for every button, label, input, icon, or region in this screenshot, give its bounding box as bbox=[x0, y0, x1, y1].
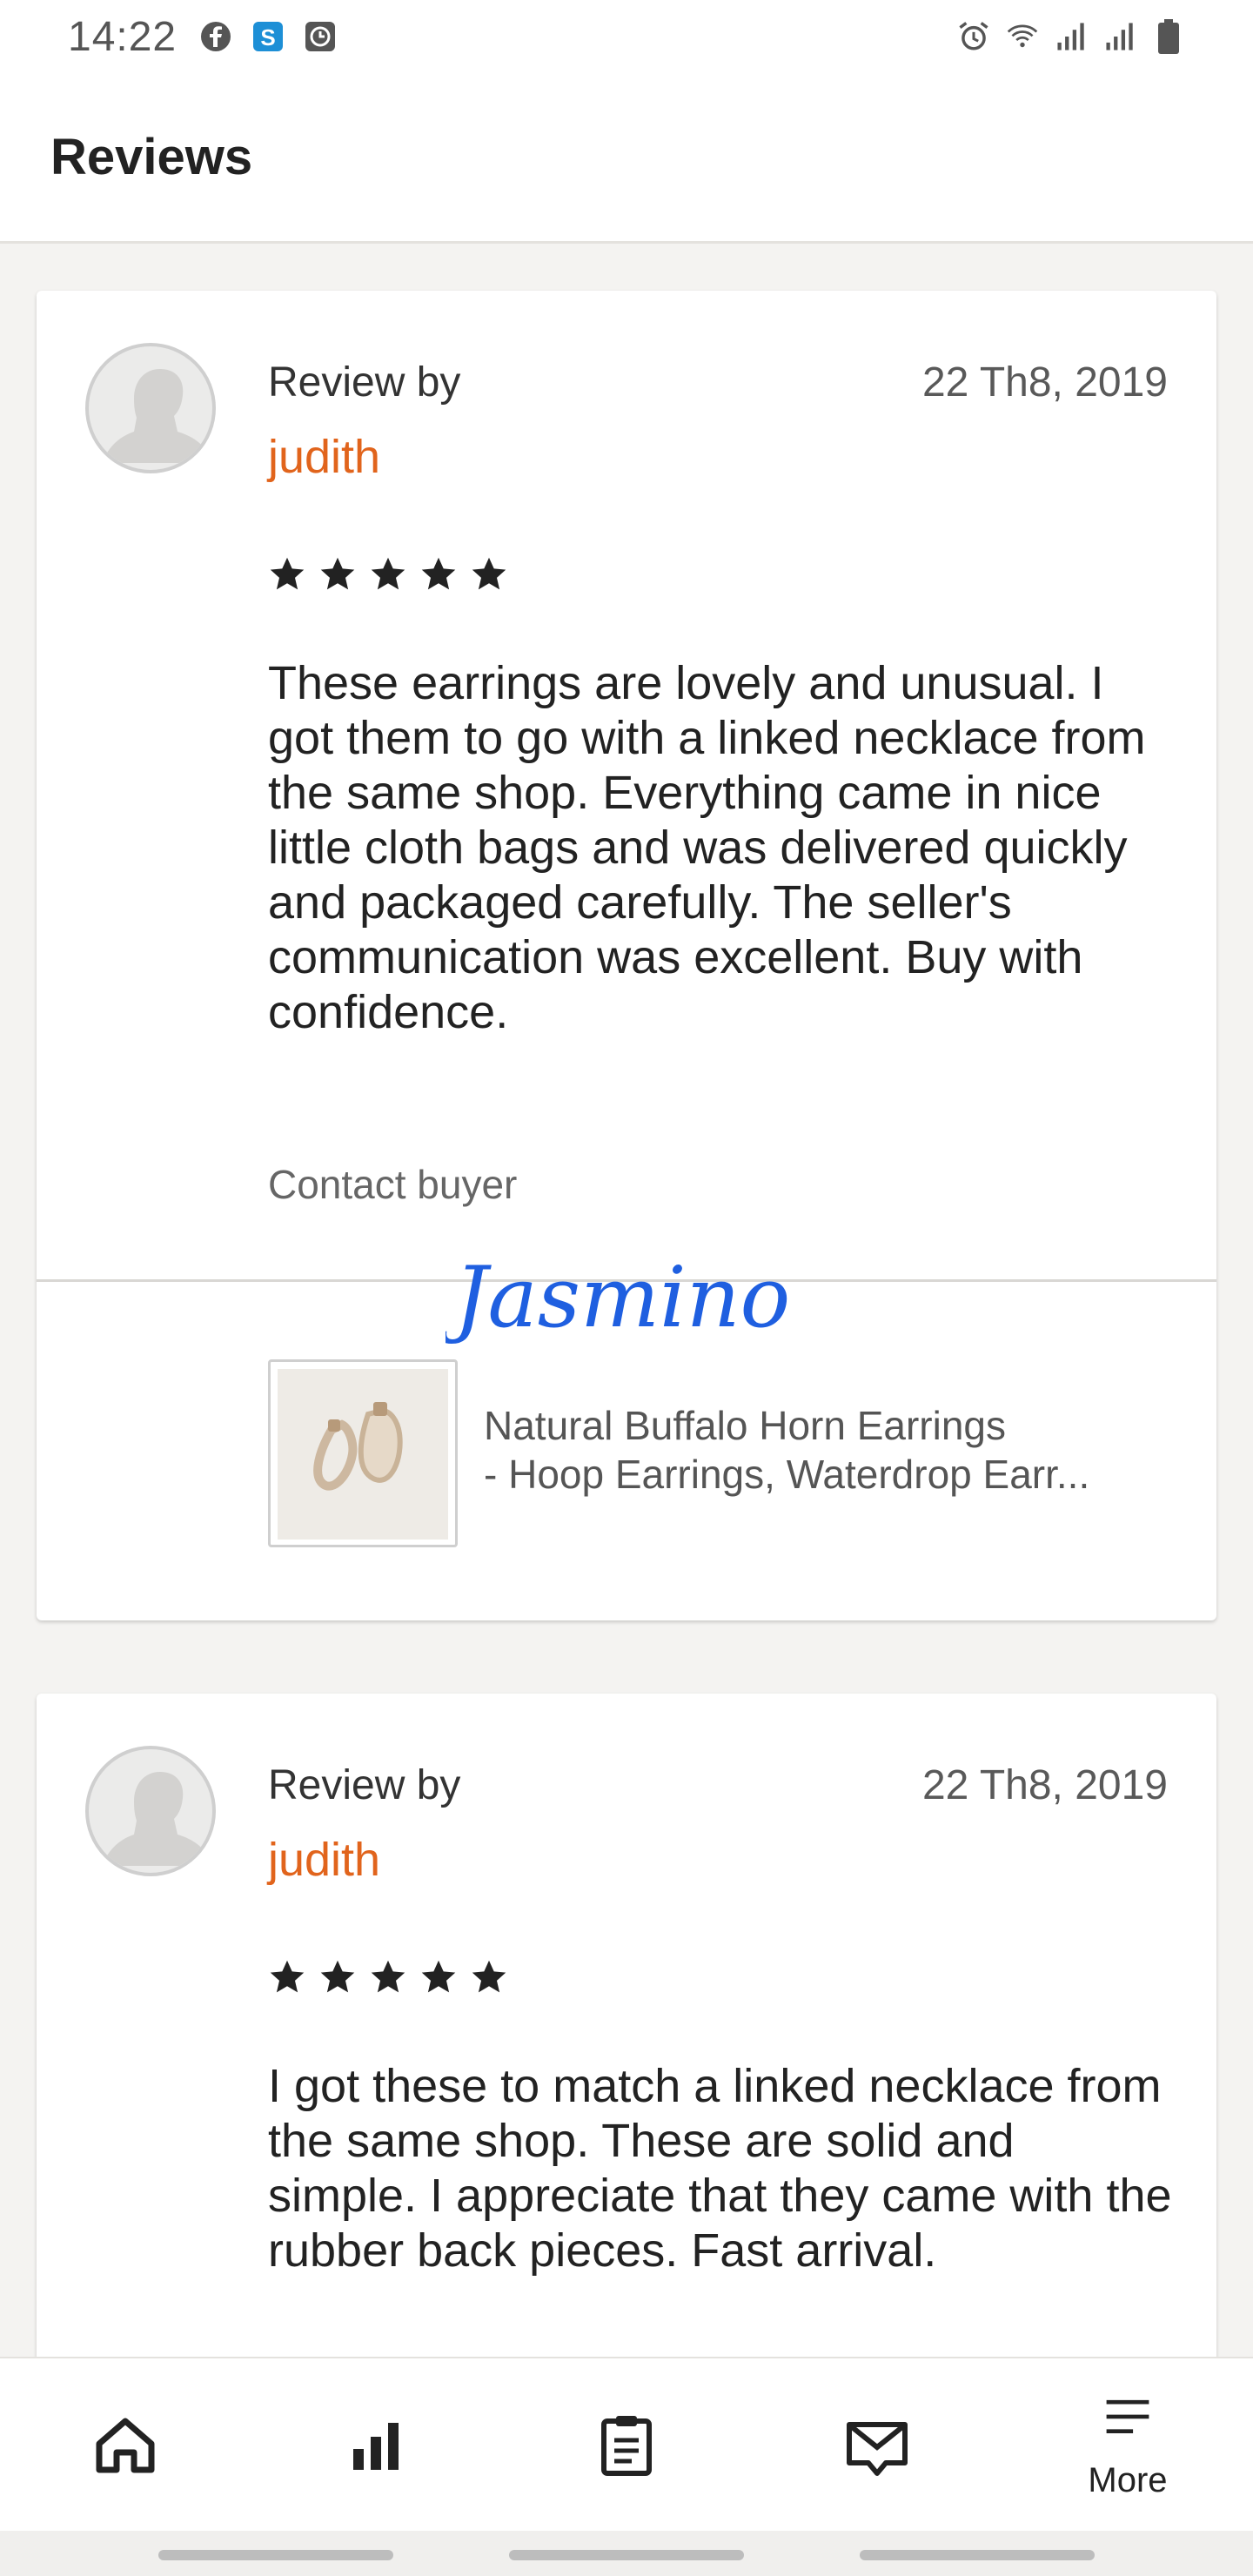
star-icon bbox=[421, 1960, 456, 1993]
nav-messages[interactable] bbox=[790, 2358, 964, 2532]
gesture-pill bbox=[860, 2550, 1095, 2560]
contact-buyer-link[interactable]: Contact buyer bbox=[268, 1161, 517, 1208]
review-text: These earrings are lovely and unusual. I… bbox=[268, 657, 1146, 1038]
star-icon bbox=[270, 1960, 305, 1993]
product-title-link[interactable]: Natural Buffalo Horn Earrings - Hoop Ear… bbox=[484, 1401, 1171, 1499]
gesture-pill bbox=[509, 2550, 744, 2560]
star-rating bbox=[268, 555, 508, 594]
review-text: I got these to match a linked necklace f… bbox=[268, 2060, 1172, 2277]
star-icon bbox=[320, 1960, 355, 1993]
nav-stats[interactable] bbox=[289, 2358, 463, 2532]
review-card: Review by judith 22 Th8, 2019 These earr… bbox=[37, 291, 1216, 1620]
menu-icon bbox=[1106, 2399, 1149, 2433]
gesture-bar bbox=[0, 2531, 1253, 2576]
messages-icon bbox=[847, 2422, 908, 2476]
star-icon bbox=[371, 557, 405, 590]
default-avatar-icon bbox=[106, 369, 209, 463]
review-date: 22 Th8, 2019 bbox=[921, 359, 1168, 406]
product-thumbnail[interactable] bbox=[268, 1359, 458, 1547]
svg-text:S: S bbox=[260, 24, 275, 50]
review-by-label: Review by bbox=[268, 359, 461, 406]
home-icon bbox=[96, 2418, 155, 2473]
facebook-icon bbox=[199, 20, 232, 53]
star-icon bbox=[472, 557, 506, 590]
nav-more[interactable]: More bbox=[1041, 2358, 1215, 2532]
signature-watermark: Jasmino bbox=[446, 1249, 790, 1346]
nav-orders[interactable] bbox=[539, 2358, 714, 2532]
nav-home[interactable] bbox=[38, 2358, 212, 2532]
stats-icon bbox=[353, 2423, 399, 2470]
signal-icon bbox=[1055, 20, 1088, 53]
orders-icon bbox=[601, 2416, 652, 2476]
reviewer-name-link[interactable]: judith bbox=[268, 1833, 380, 1887]
system-icons bbox=[957, 19, 1185, 54]
signature-text: Jasmino bbox=[446, 1249, 790, 1346]
wifi-icon bbox=[1006, 20, 1039, 53]
star-rating bbox=[268, 1958, 508, 1996]
product-title-line: - Hoop Earrings, Waterdrop Earr... bbox=[484, 1452, 1090, 1497]
skype-icon: S bbox=[251, 20, 285, 53]
default-avatar-icon bbox=[106, 1772, 209, 1866]
app-header: Reviews bbox=[0, 73, 1253, 244]
bottom-nav: More bbox=[0, 2357, 1253, 2531]
status-bar: 14:22 S bbox=[0, 0, 1253, 73]
earrings-image bbox=[278, 1369, 448, 1540]
product-title-line: Natural Buffalo Horn Earrings bbox=[484, 1403, 1006, 1448]
review-by-label: Review by bbox=[268, 1762, 461, 1808]
signal-icon bbox=[1103, 20, 1136, 53]
page-title: Reviews bbox=[50, 129, 253, 185]
star-icon bbox=[320, 557, 355, 590]
status-time: 14:22 bbox=[68, 13, 178, 60]
avatar[interactable] bbox=[85, 1746, 216, 1876]
clock-app-icon bbox=[304, 20, 337, 53]
star-icon bbox=[421, 557, 456, 590]
reviewer-name-link[interactable]: judith bbox=[268, 430, 380, 484]
nav-more-label: More bbox=[1088, 2460, 1168, 2499]
gesture-pill bbox=[158, 2550, 393, 2560]
notification-icons: S bbox=[199, 20, 337, 53]
star-icon bbox=[270, 557, 305, 590]
alarm-icon bbox=[957, 20, 990, 53]
star-icon bbox=[371, 1960, 405, 1993]
battery-icon bbox=[1152, 19, 1185, 54]
review-date: 22 Th8, 2019 bbox=[921, 1762, 1168, 1808]
star-icon bbox=[472, 1960, 506, 1993]
avatar[interactable] bbox=[85, 343, 216, 473]
